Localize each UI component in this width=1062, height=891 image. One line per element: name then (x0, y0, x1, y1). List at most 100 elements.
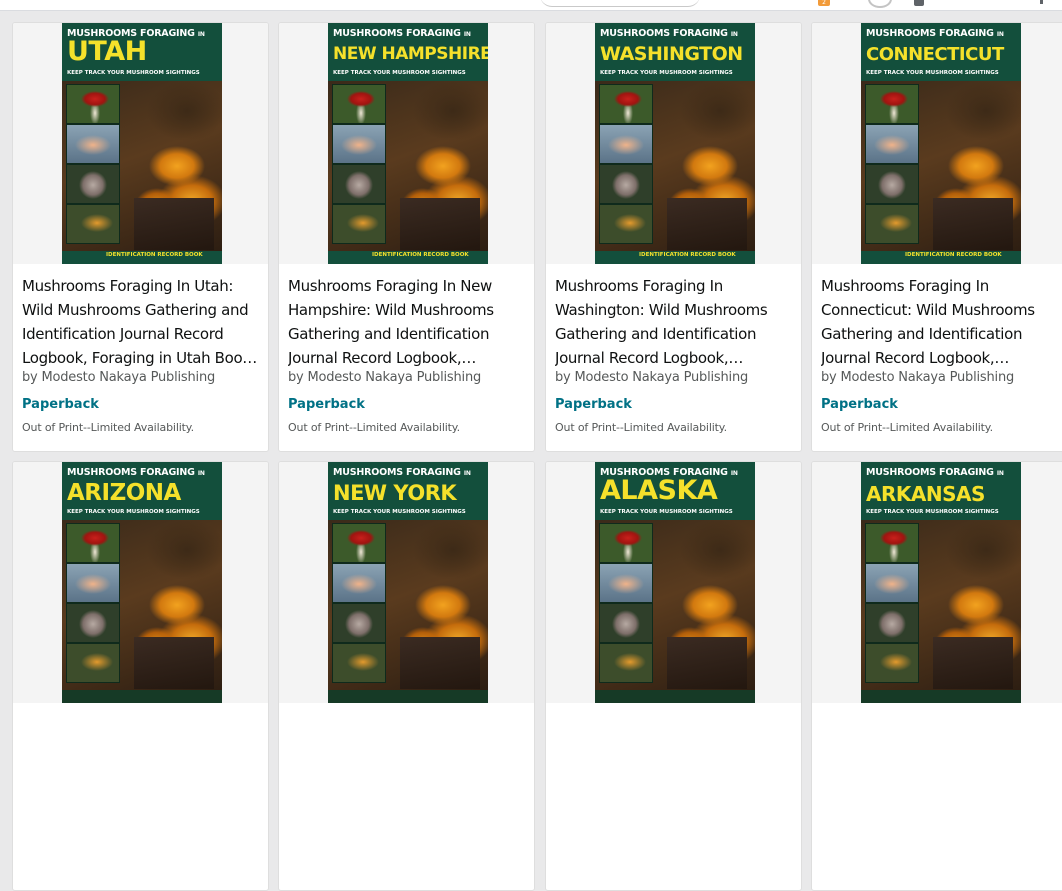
cover-wood (134, 637, 214, 689)
cover-thumb (66, 84, 120, 124)
book-cover-image[interactable]: MUSHROOMS FORAGING IN UTAH KEEP TRACK YO… (62, 23, 222, 264)
product-card[interactable]: MUSHROOMS FORAGING IN WASHINGTON KEEP TR… (545, 22, 802, 452)
book-cover-image[interactable]: MUSHROOMS FORAGING IN NEW YORK KEEP TRAC… (328, 462, 488, 703)
cover-thumb (599, 523, 653, 563)
cover-thumb (865, 643, 919, 683)
cover-thumb (332, 643, 386, 683)
extension-badge-icon[interactable]: 2 (818, 0, 830, 6)
cover-container[interactable]: MUSHROOMS FORAGING IN CONNECTICUT KEEP T… (812, 23, 1062, 264)
cover-state-name: UTAH (67, 36, 147, 67)
format-link[interactable]: Paperback (22, 397, 99, 412)
format-link[interactable]: Paperback (555, 397, 632, 412)
cover-series-title: MUSHROOMS FORAGING IN (333, 467, 471, 478)
book-cover-image[interactable]: MUSHROOMS FORAGING IN ARIZONA KEEP TRACK… (62, 462, 222, 703)
book-cover-image[interactable]: MUSHROOMS FORAGING IN CONNECTICUT KEEP T… (861, 23, 1021, 264)
cover-thumb (66, 523, 120, 563)
format-link[interactable]: Paperback (288, 397, 365, 412)
address-bar-edge[interactable] (540, 0, 700, 7)
book-cover-image[interactable]: MUSHROOMS FORAGING IN WASHINGTON KEEP TR… (595, 23, 755, 264)
cover-container[interactable]: MUSHROOMS FORAGING IN ARIZONA KEEP TRACK… (13, 462, 268, 703)
availability-text: Out of Print--Limited Availability. (22, 421, 194, 434)
product-card[interactable]: MUSHROOMS FORAGING IN NEW HAMPSHIRE KEEP… (278, 22, 535, 452)
cover-subtitle: KEEP TRACK YOUR MUSHROOM SIGHTINGS (600, 70, 733, 76)
cover-state-name: NEW HAMPSHIRE (333, 44, 488, 64)
availability-text: Out of Print--Limited Availability. (288, 421, 460, 434)
cover-thumb (332, 523, 386, 563)
cover-subtitle: KEEP TRACK YOUR MUSHROOM SIGHTINGS (67, 509, 200, 515)
product-card[interactable]: MUSHROOMS FORAGING IN ARIZONA KEEP TRACK… (12, 461, 269, 891)
cover-wood (400, 637, 480, 689)
cover-thumb (865, 204, 919, 244)
cover-container[interactable]: MUSHROOMS FORAGING IN WASHINGTON KEEP TR… (546, 23, 801, 264)
cover-series-title: MUSHROOMS FORAGING IN (866, 467, 1004, 478)
cover-thumb (599, 204, 653, 244)
book-cover-image[interactable]: MUSHROOMS FORAGING IN NEW HAMPSHIRE KEEP… (328, 23, 488, 264)
book-cover-image[interactable]: MUSHROOMS FORAGING IN ARKANSAS KEEP TRAC… (861, 462, 1021, 703)
cover-thumb (865, 523, 919, 563)
product-title-link[interactable]: Mushrooms Foraging In Utah: Wild Mushroo… (22, 274, 263, 370)
cover-subtitle: KEEP TRACK YOUR MUSHROOM SIGHTINGS (67, 70, 200, 76)
cover-wood (400, 198, 480, 250)
cover-series-title: MUSHROOMS FORAGING IN (866, 28, 1004, 39)
browser-toolbar-strip: 2 (0, 0, 1062, 11)
cover-subtitle: KEEP TRACK YOUR MUSHROOM SIGHTINGS (333, 509, 466, 515)
product-byline: by Modesto Nakaya Publishing (288, 370, 482, 385)
cover-thumb (332, 563, 386, 603)
availability-text: Out of Print--Limited Availability. (555, 421, 727, 434)
cover-thumb (599, 124, 653, 164)
cover-footer: IDENTIFICATION RECORD BOOK (861, 251, 1021, 264)
cover-thumb (865, 563, 919, 603)
product-card[interactable]: MUSHROOMS FORAGING IN CONNECTICUT KEEP T… (811, 22, 1062, 452)
book-cover-image[interactable]: MUSHROOMS FORAGING IN ALASKA KEEP TRACK … (595, 462, 755, 703)
cover-thumb (66, 603, 120, 643)
cover-thumb (66, 124, 120, 164)
cover-container[interactable]: MUSHROOMS FORAGING IN NEW HAMPSHIRE KEEP… (279, 23, 534, 264)
cover-subtitle: KEEP TRACK YOUR MUSHROOM SIGHTINGS (866, 70, 999, 76)
product-title-link[interactable]: Mushrooms Foraging In Connecticut: Wild … (821, 274, 1062, 370)
cover-thumb (865, 84, 919, 124)
cover-footer: IDENTIFICATION RECORD BOOK (62, 251, 222, 264)
cover-series-title: MUSHROOMS FORAGING IN (333, 28, 471, 39)
product-card[interactable]: MUSHROOMS FORAGING IN NEW YORK KEEP TRAC… (278, 461, 535, 891)
cover-thumb (332, 164, 386, 204)
cover-container[interactable]: MUSHROOMS FORAGING IN ARKANSAS KEEP TRAC… (812, 462, 1062, 703)
product-byline: by Modesto Nakaya Publishing (22, 370, 216, 385)
cover-thumb (332, 84, 386, 124)
product-title-link[interactable]: Mushrooms Foraging In New Hampshire: Wil… (288, 274, 529, 370)
product-byline: by Modesto Nakaya Publishing (555, 370, 749, 385)
extension-info-icon[interactable] (914, 0, 924, 6)
cover-subtitle: KEEP TRACK YOUR MUSHROOM SIGHTINGS (600, 509, 733, 515)
cover-thumb (66, 563, 120, 603)
product-title-link[interactable]: Mushrooms Foraging In Washington: Wild M… (555, 274, 796, 370)
product-card[interactable]: MUSHROOMS FORAGING IN ALASKA KEEP TRACK … (545, 461, 802, 891)
cover-subtitle: KEEP TRACK YOUR MUSHROOM SIGHTINGS (866, 509, 999, 515)
cover-container[interactable]: MUSHROOMS FORAGING IN ALASKA KEEP TRACK … (546, 462, 801, 703)
cover-state-name: NEW YORK (333, 481, 457, 505)
cover-state-name: ARKANSAS (866, 482, 985, 506)
product-card[interactable]: MUSHROOMS FORAGING IN ARKANSAS KEEP TRAC… (811, 461, 1062, 891)
cover-thumb (865, 603, 919, 643)
cover-thumb (66, 643, 120, 683)
cover-container[interactable]: MUSHROOMS FORAGING IN UTAH KEEP TRACK YO… (13, 23, 268, 264)
cover-thumb (332, 603, 386, 643)
cover-footer: IDENTIFICATION RECORD BOOK (595, 251, 755, 264)
product-card[interactable]: MUSHROOMS FORAGING IN UTAH KEEP TRACK YO… (12, 22, 269, 452)
cover-thumb (66, 204, 120, 244)
cover-state-name: ARIZONA (67, 480, 181, 506)
cover-thumb (865, 124, 919, 164)
cover-thumb (332, 124, 386, 164)
cover-thumb (865, 164, 919, 204)
cover-footer: IDENTIFICATION RECORD BOOK (328, 251, 488, 264)
cover-container[interactable]: MUSHROOMS FORAGING IN NEW YORK KEEP TRAC… (279, 462, 534, 703)
cover-thumb (599, 164, 653, 204)
cover-series-title: MUSHROOMS FORAGING IN (600, 28, 738, 39)
cover-state-name: ALASKA (600, 475, 718, 506)
cover-thumb (599, 643, 653, 683)
cover-thumb (332, 204, 386, 244)
profile-avatar-icon[interactable] (868, 0, 892, 8)
cover-wood (667, 637, 747, 689)
cover-wood (933, 198, 1013, 250)
cover-series-title: MUSHROOMS FORAGING IN (67, 467, 205, 478)
format-link[interactable]: Paperback (821, 397, 898, 412)
browser-menu-icon[interactable] (1040, 0, 1043, 4)
